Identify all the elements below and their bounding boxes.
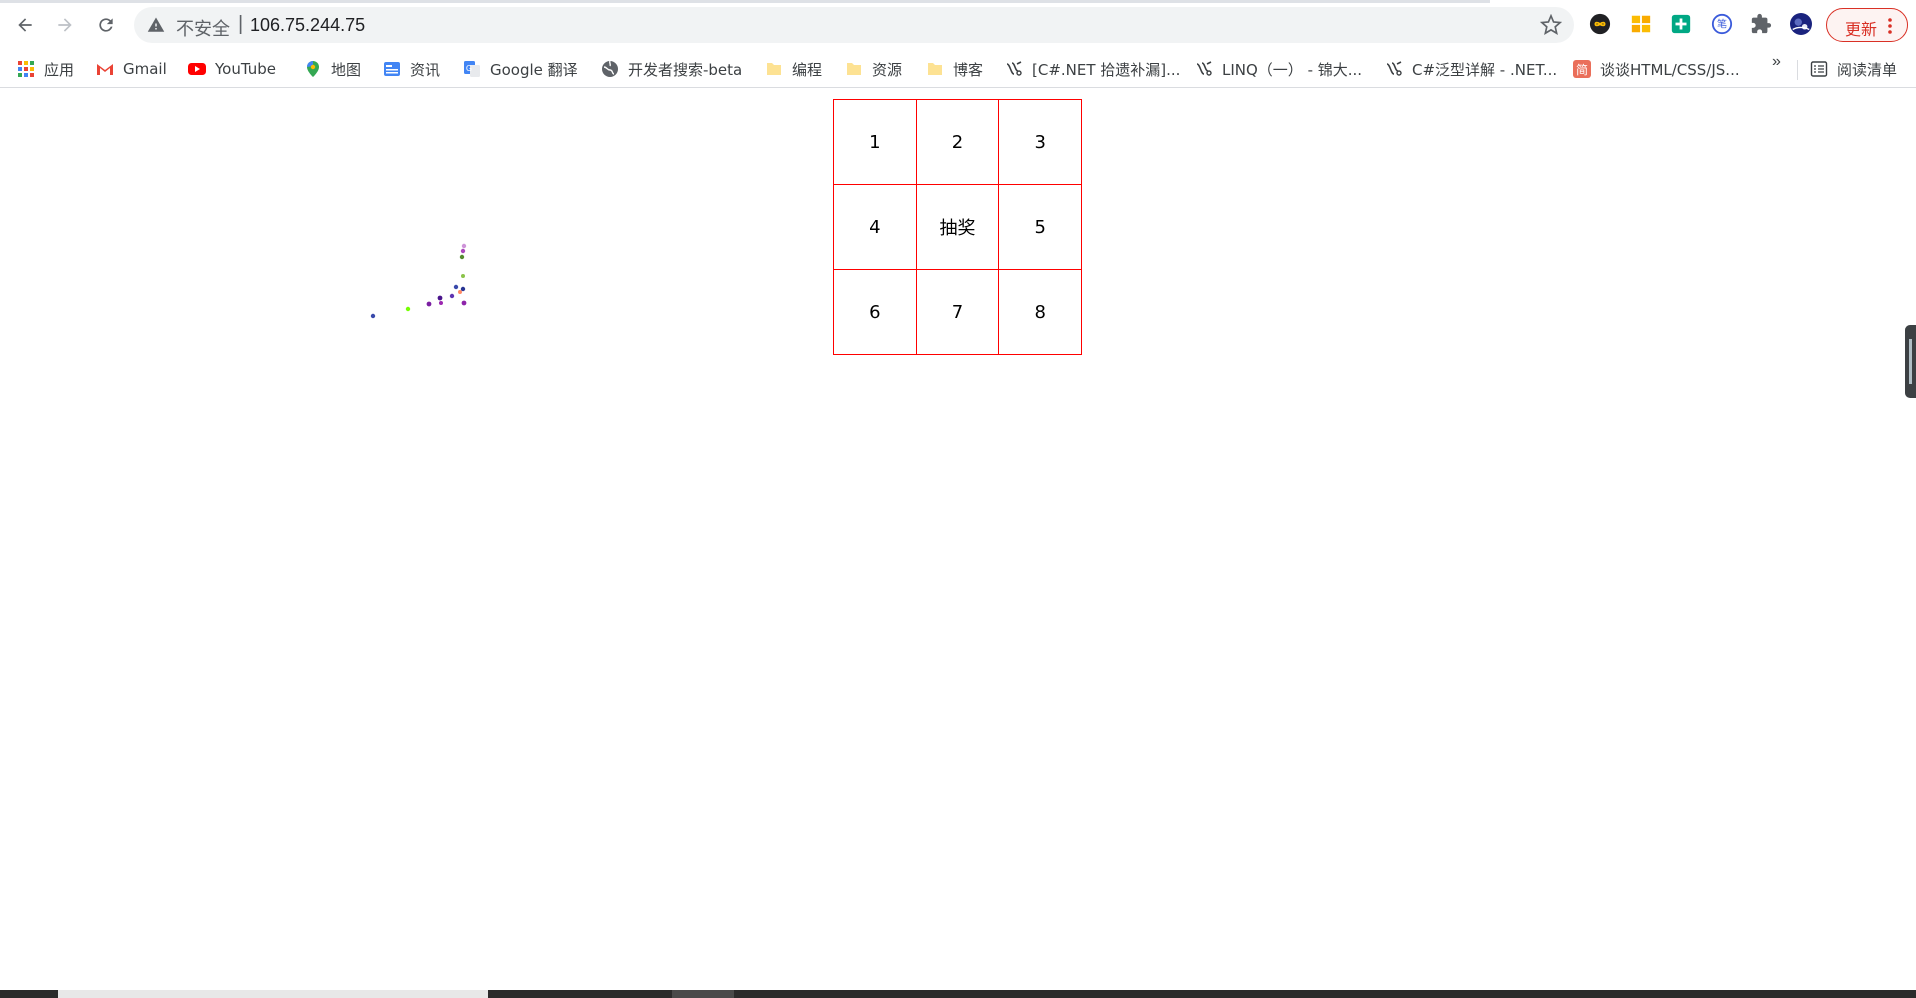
side-handle-grip xyxy=(1909,339,1912,384)
particle-trail xyxy=(370,243,467,319)
bookmark-folder-resources[interactable]: 资源 xyxy=(845,56,902,82)
prize-cell-2[interactable]: 2 xyxy=(915,99,1000,185)
bookmark-gmail[interactable]: Gmail xyxy=(96,56,167,82)
bookmark-folder-blog[interactable]: 博客 xyxy=(926,56,983,82)
more-vert-icon xyxy=(1888,18,1892,34)
extensions-menu[interactable] xyxy=(1748,11,1774,37)
security-label[interactable]: 不安全 xyxy=(176,15,230,41)
update-button[interactable]: 更新 xyxy=(1826,8,1908,42)
avatar-icon xyxy=(1790,13,1812,35)
bookmark-maps[interactable]: 地图 xyxy=(304,56,361,82)
bookmark-youtube[interactable]: YouTube xyxy=(188,56,276,82)
pen-extension-icon: 笔 xyxy=(1711,13,1733,35)
bookmark-label: [C#.NET 拾遗补漏]... xyxy=(1032,60,1181,79)
update-label: 更新 xyxy=(1845,20,1878,39)
jianshu-icon: 简 xyxy=(1573,60,1591,78)
prize-cell-5[interactable]: 5 xyxy=(998,184,1082,270)
taskbar-segment xyxy=(672,990,734,998)
address-bar[interactable]: 不安全 | 106.75.244.75 xyxy=(134,7,1574,43)
bookmarks-bar: 应用 Gmail YouTube 地图 资讯 G Google 翻译 开发者搜索… xyxy=(0,50,1916,88)
bookmark-label: Gmail xyxy=(123,60,167,78)
gmail-icon xyxy=(97,64,113,75)
bookmark-label: 资源 xyxy=(872,60,903,79)
reload-button[interactable] xyxy=(91,10,121,40)
bookmark-star-icon[interactable] xyxy=(1540,14,1562,36)
plus-extension-icon xyxy=(1671,14,1691,34)
grid-extension-icon xyxy=(1631,15,1651,33)
svg-text:简: 简 xyxy=(1576,63,1588,77)
prize-cell-1[interactable]: 1 xyxy=(833,99,917,185)
prize-cell-4[interactable]: 4 xyxy=(833,184,917,270)
maps-pin-icon xyxy=(307,61,319,77)
url-text[interactable]: 106.75.244.75 xyxy=(250,15,365,36)
forward-button[interactable] xyxy=(50,10,80,40)
extension-pen[interactable]: 笔 xyxy=(1709,11,1735,37)
profile-avatar[interactable] xyxy=(1788,11,1814,37)
prize-cell-6[interactable]: 6 xyxy=(833,269,917,355)
bookmarks-overflow-button[interactable]: » xyxy=(1772,53,1781,71)
youtube-icon xyxy=(188,63,206,75)
prize-cell-8[interactable]: 8 xyxy=(998,269,1082,355)
bookmark-csharp-net[interactable]: [C#.NET 拾遗补漏]... xyxy=(1005,56,1180,82)
cnblogs-icon xyxy=(1196,61,1212,76)
bookmarks-divider xyxy=(1797,60,1798,80)
back-button[interactable] xyxy=(10,10,40,40)
bookmark-news[interactable]: 资讯 xyxy=(383,56,440,82)
bookmark-label: YouTube xyxy=(215,60,276,78)
bookmark-label: 谈谈HTML/CSS/JS... xyxy=(1600,60,1740,79)
browser-toolbar: 不安全 | 106.75.244.75 笔 更新 xyxy=(0,0,1916,50)
bookmark-csharp-generics[interactable]: C#泛型详解 - .NET... xyxy=(1385,56,1557,82)
extension-plus[interactable] xyxy=(1668,11,1694,37)
translate-icon: G xyxy=(464,61,480,77)
taskbar-segment xyxy=(58,990,488,998)
bookmark-label: 开发者搜索-beta xyxy=(628,60,743,79)
bookmark-label: 应用 xyxy=(44,60,75,79)
bookmark-label: LINQ（一） - 锦大... xyxy=(1222,60,1363,79)
side-panel-handle[interactable] xyxy=(1905,325,1916,398)
news-icon xyxy=(384,62,400,76)
reload-icon xyxy=(99,18,113,32)
bookmark-label: 地图 xyxy=(331,60,362,79)
bookmark-folder-programming[interactable]: 编程 xyxy=(765,56,822,82)
lottery-grid: 1 2 3 4 抽奖 5 6 7 8 xyxy=(833,99,1082,355)
arrow-left-icon xyxy=(18,18,32,32)
draw-button[interactable]: 抽奖 xyxy=(915,184,1000,270)
cnblogs-icon xyxy=(1386,61,1402,76)
folder-icon xyxy=(847,63,861,75)
bookmark-devsearch[interactable]: 开发者搜索-beta xyxy=(601,56,742,82)
prize-cell-3[interactable]: 3 xyxy=(998,99,1082,185)
taskbar-strip xyxy=(0,990,1916,998)
bookmark-label: Google 翻译 xyxy=(490,60,578,79)
bookmark-label: 博客 xyxy=(953,60,984,79)
address-separator: | xyxy=(238,13,244,35)
warning-triangle-icon[interactable] xyxy=(147,16,165,34)
cnblogs-icon xyxy=(1006,61,1022,76)
svg-text:笔: 笔 xyxy=(1717,18,1727,31)
globe-icon xyxy=(602,60,618,77)
puzzle-icon xyxy=(1751,13,1772,34)
bookmark-translate[interactable]: G Google 翻译 xyxy=(463,56,578,82)
reading-list-button[interactable]: 阅读清单 xyxy=(1810,56,1897,82)
arrow-right-icon xyxy=(58,18,72,32)
apps-grid-icon xyxy=(18,61,34,77)
folder-icon xyxy=(767,63,781,75)
bookmark-label: C#泛型详解 - .NET... xyxy=(1412,60,1558,79)
bookmark-linq[interactable]: LINQ（一） - 锦大... xyxy=(1195,56,1362,82)
tab-strip-edge xyxy=(0,0,1490,3)
folder-icon xyxy=(928,63,942,75)
extension-grid[interactable] xyxy=(1628,11,1654,37)
svg-text:G: G xyxy=(466,64,472,73)
extension-infinity[interactable] xyxy=(1587,11,1613,37)
prize-cell-7[interactable]: 7 xyxy=(915,269,1000,355)
bookmark-html-css-js[interactable]: 简 谈谈HTML/CSS/JS... xyxy=(1573,56,1740,82)
infinity-extension-icon xyxy=(1589,13,1611,35)
bookmark-apps[interactable]: 应用 xyxy=(17,56,74,82)
bookmark-label: 编程 xyxy=(792,60,823,79)
reading-list-icon xyxy=(1810,61,1828,77)
bookmark-label: 资讯 xyxy=(410,60,441,79)
reading-list-label: 阅读清单 xyxy=(1837,60,1898,79)
